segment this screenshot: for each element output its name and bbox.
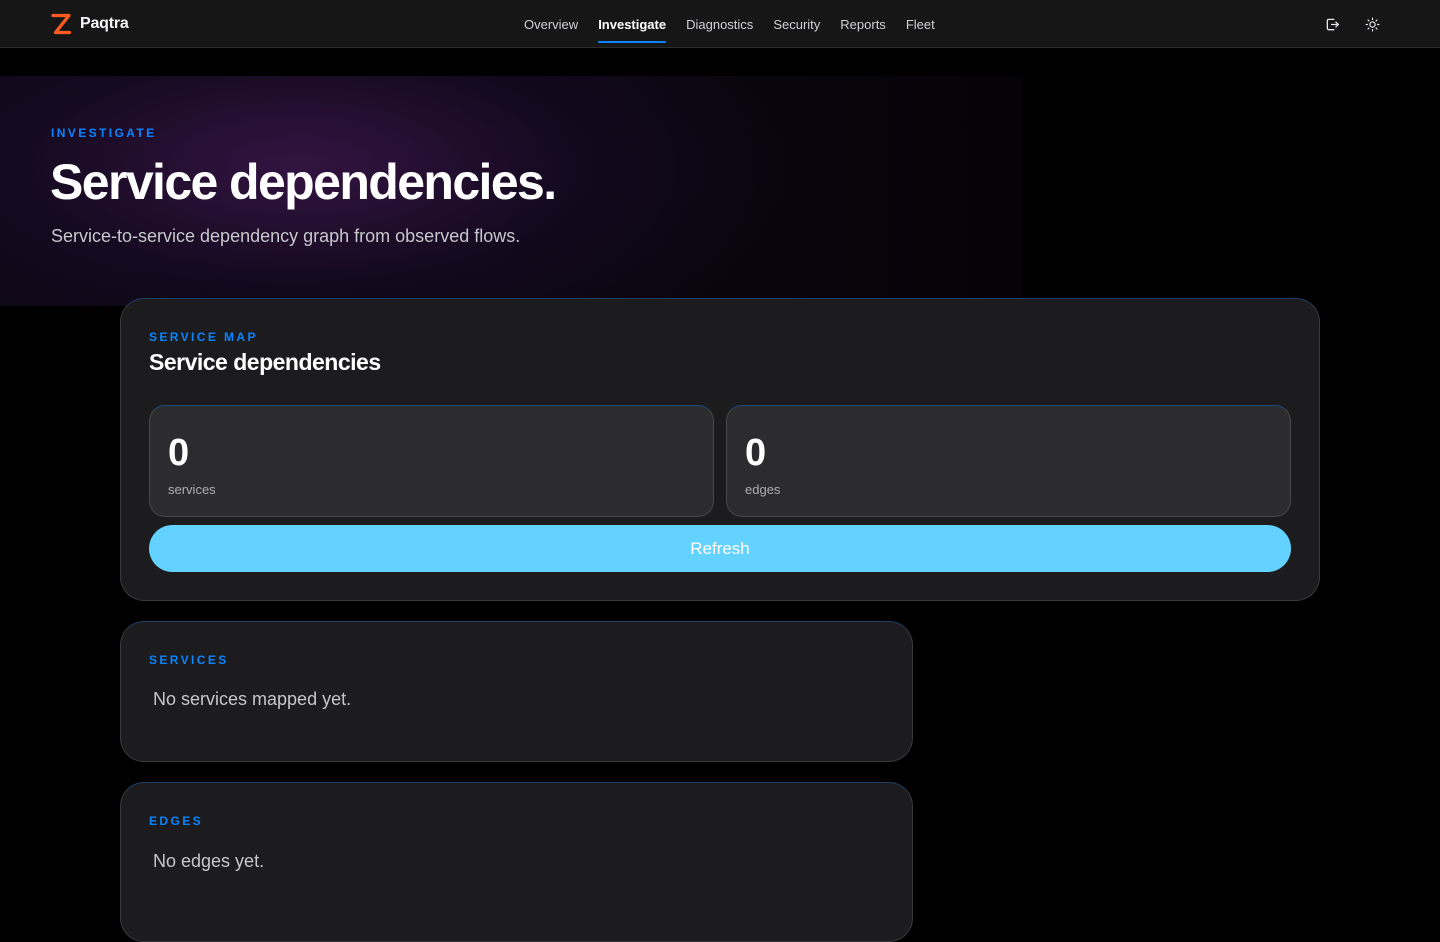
brand[interactable]: Paqtra <box>50 12 129 36</box>
nav-item-diagnostics[interactable]: Diagnostics <box>676 0 763 48</box>
service-map-eyebrow: SERVICE MAP <box>149 330 258 344</box>
edges-empty-state: No edges yet. <box>153 851 265 871</box>
edges-eyebrow: EDGES <box>149 814 204 828</box>
paqtra-logo-icon <box>51 13 72 35</box>
services-stat: 0 services <box>149 405 714 517</box>
page-subtitle: Service-to-service dependency graph from… <box>51 226 521 246</box>
services-count-label: services <box>168 482 216 497</box>
page-title: Service dependencies. <box>50 154 557 210</box>
nav-item-security[interactable]: Security <box>763 0 830 48</box>
hero-section: INVESTIGATE Service dependencies. Servic… <box>0 76 1022 306</box>
logout-icon <box>1326 18 1339 30</box>
edges-card: EDGES No edges yet. <box>120 782 913 942</box>
service-map-card: SERVICE MAP Service dependencies 0 servi… <box>120 298 1320 601</box>
brand-name: Paqtra <box>80 15 129 32</box>
services-eyebrow: SERVICES <box>149 653 229 667</box>
hero-eyebrow: INVESTIGATE <box>51 126 157 140</box>
services-empty-state: No services mapped yet. <box>153 689 352 709</box>
services-count: 0 <box>168 432 190 474</box>
nav-item-fleet[interactable]: Fleet <box>896 0 945 48</box>
nav-item-reports[interactable]: Reports <box>830 0 896 48</box>
nav-item-investigate[interactable]: Investigate <box>588 0 676 48</box>
services-card: SERVICES No services mapped yet. <box>120 621 913 762</box>
nav-item-overview[interactable]: Overview <box>514 0 588 48</box>
header-actions <box>1320 12 1384 36</box>
logout-button[interactable] <box>1320 12 1344 36</box>
service-map-title: Service dependencies <box>149 349 381 375</box>
edges-count: 0 <box>745 432 767 474</box>
main-nav: Overview Investigate Diagnostics Securit… <box>514 0 945 48</box>
theme-toggle-button[interactable] <box>1360 12 1384 36</box>
top-bar: Paqtra Overview Investigate Diagnostics … <box>0 0 1440 48</box>
edges-stat: 0 edges <box>726 405 1291 517</box>
sun-icon <box>1365 17 1379 31</box>
refresh-button[interactable]: Refresh <box>149 525 1291 572</box>
edges-count-label: edges <box>745 482 781 497</box>
